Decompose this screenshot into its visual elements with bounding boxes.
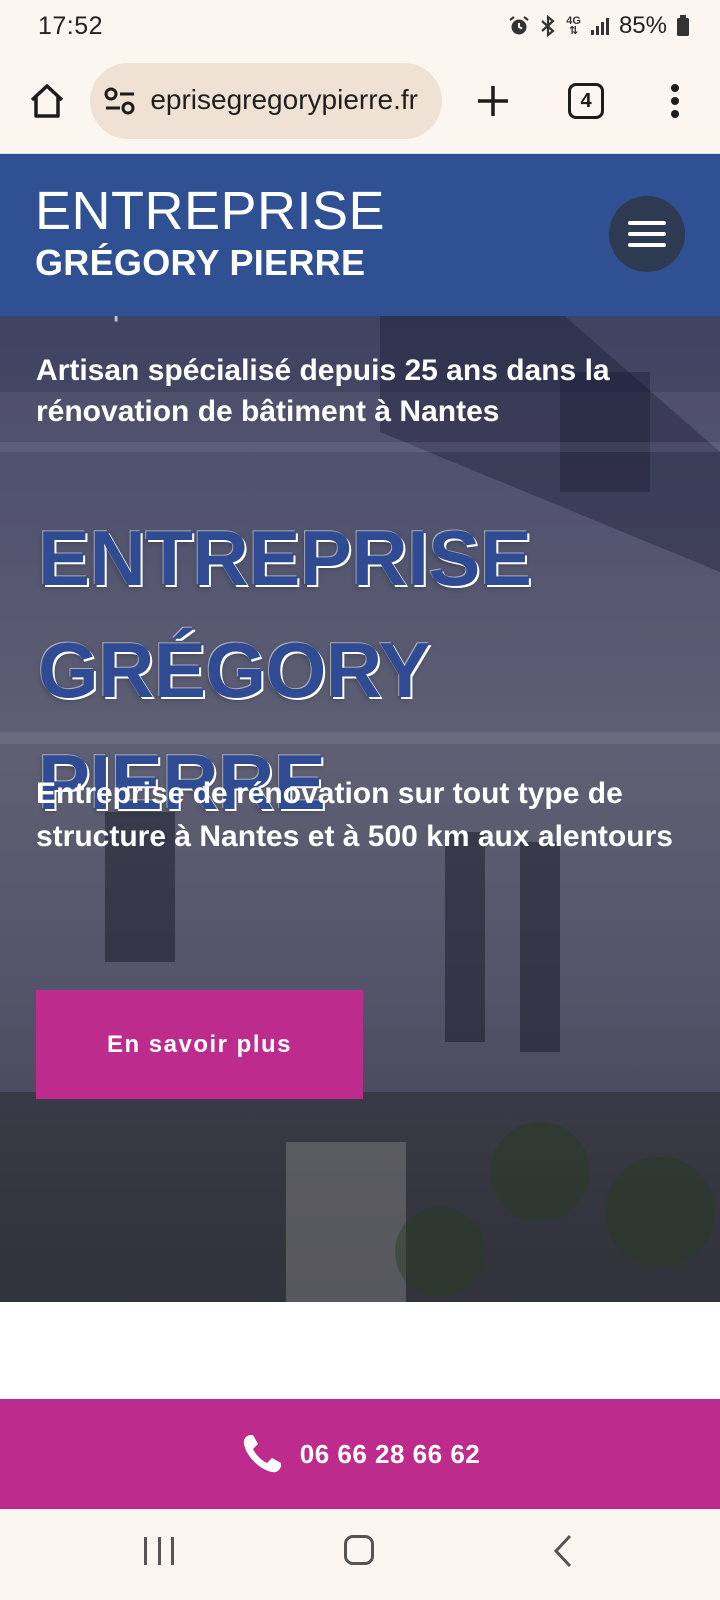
hero-description: Entreprise de rénovation sur tout type d… [36,777,673,853]
plus-icon [478,86,508,116]
site-header: ENTREPRISE GRÉGORY PIERRE [0,154,720,316]
hamburger-icon-bar [628,221,666,225]
hamburger-icon-bar [628,232,666,236]
home-icon [30,84,64,118]
more-vert-icon [671,84,679,118]
battery-level: 85% [618,12,667,39]
battery-icon [676,15,690,37]
browser-menu-button[interactable] [660,76,690,126]
brand-name[interactable]: ENTREPRISE [35,180,385,242]
bluetooth-icon [539,14,557,38]
learn-more-button[interactable]: En savoir plus [36,990,363,1099]
phone-number[interactable]: 06 66 28 66 62 [300,1439,481,1470]
address-bar[interactable]: eprisegregorypierre.fr [90,63,442,139]
url-clip: eprisegregorypierre.fr [142,63,430,139]
site-settings-icon[interactable] [104,87,136,115]
hero-section: Entreprise de rénovation à Nantes Artisa… [0,312,720,1302]
system-nav-bar [0,1509,720,1600]
url-text: eprisegregorypierre.fr [150,84,418,115]
url-container: eprisegregorypierre.fr [142,84,418,116]
brand-subname[interactable]: GRÉGORY PIERRE [35,242,365,284]
system-home-button[interactable] [344,1535,374,1565]
tab-count: 4 [580,89,592,112]
tabs-button[interactable]: 4 [568,83,604,119]
alarm-icon [508,15,530,37]
hamburger-menu-button[interactable] [609,196,685,272]
back-button[interactable] [548,1533,578,1569]
recents-icon-bar [171,1537,174,1565]
recents-icon-bar [144,1537,147,1565]
hero-title-line1: ENTREPRISE [38,514,532,602]
browser-toolbar: eprisegregorypierre.fr 4 [0,52,720,154]
phone-icon [243,1435,281,1473]
recents-button[interactable] [144,1537,174,1567]
status-time: 17:52 [38,12,104,40]
network-4g-icon: 4G ⇅ [566,16,581,37]
call-bar[interactable]: 06 66 28 66 62 [0,1399,720,1509]
home-button[interactable] [22,76,72,126]
hamburger-icon-bar [628,243,666,247]
hero-tagline: Artisan spécialisé depuis 25 ans dans la… [36,354,610,428]
status-icons: 4G ⇅ 85% [508,12,690,40]
signal-icon [590,16,610,36]
status-bar: 17:52 4G ⇅ 85% [0,0,720,52]
new-tab-button[interactable] [468,76,518,126]
recents-icon-bar [157,1537,161,1565]
data-arrows-icon: ⇅ [569,25,579,37]
